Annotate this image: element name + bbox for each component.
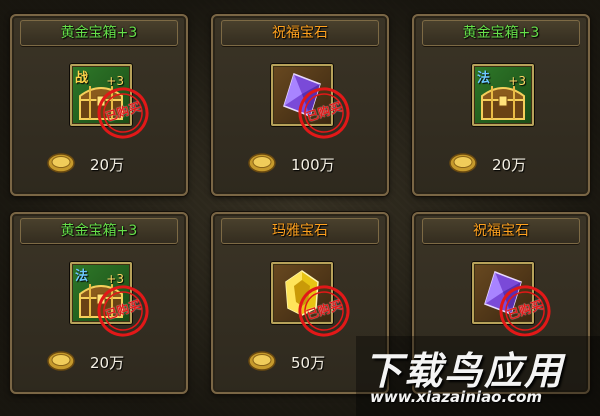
watermark-title: 下载鸟应用 — [364, 349, 565, 393]
gold-coin-icon — [248, 351, 276, 371]
item-price: 50万 — [291, 354, 326, 372]
item-slot[interactable]: 已购买 — [271, 262, 350, 337]
shop-item-card[interactable]: 黄金宝箱+3 战 +3 已购买 20万 — [10, 14, 188, 196]
item-slot[interactable]: 已购买 — [271, 64, 350, 139]
shop-item-card[interactable]: 黄金宝箱+3 法 +3 已购买 20万 — [10, 212, 188, 394]
watermark-url: www.xiazainiao.com — [370, 388, 543, 406]
item-price: 100万 — [291, 156, 335, 174]
item-title: 黄金宝箱+3 — [20, 218, 178, 244]
shop-item-card[interactable]: 祝福宝石 已购买 100万 — [211, 14, 389, 196]
gold-coin-icon — [47, 351, 75, 371]
item-slot[interactable]: 法 +3 已购买 — [70, 262, 149, 337]
item-price: 20万 — [90, 354, 125, 372]
item-price: 20万 — [90, 156, 125, 174]
price-row: 100万 — [211, 150, 389, 180]
class-tag: 法 — [75, 269, 89, 284]
item-title: 黄金宝箱+3 — [20, 20, 178, 46]
item-slot[interactable]: 法 +3 — [472, 64, 534, 126]
enhance-level: +3 — [508, 74, 526, 88]
item-price: 20万 — [492, 156, 527, 174]
price-row: 20万 — [10, 150, 188, 180]
item-title: 祝福宝石 — [221, 20, 379, 46]
item-title: 祝福宝石 — [422, 218, 580, 244]
item-slot[interactable]: 战 +3 已购买 — [70, 64, 149, 139]
item-slot[interactable]: 已购买 — [472, 262, 551, 337]
watermark: 下载鸟应用 www.xiazainiao.com — [356, 336, 600, 416]
gold-coin-icon — [449, 153, 477, 173]
class-tag: 法 — [477, 71, 491, 86]
item-title: 黄金宝箱+3 — [422, 20, 580, 46]
gold-coin-icon — [248, 153, 276, 173]
item-title: 玛雅宝石 — [221, 218, 379, 244]
price-row: 20万 — [412, 150, 590, 180]
shop-item-card[interactable]: 黄金宝箱+3 法 +3 20万 — [412, 14, 590, 196]
gold-coin-icon — [47, 153, 75, 173]
price-row: 20万 — [10, 348, 188, 378]
class-tag: 战 — [75, 71, 89, 86]
